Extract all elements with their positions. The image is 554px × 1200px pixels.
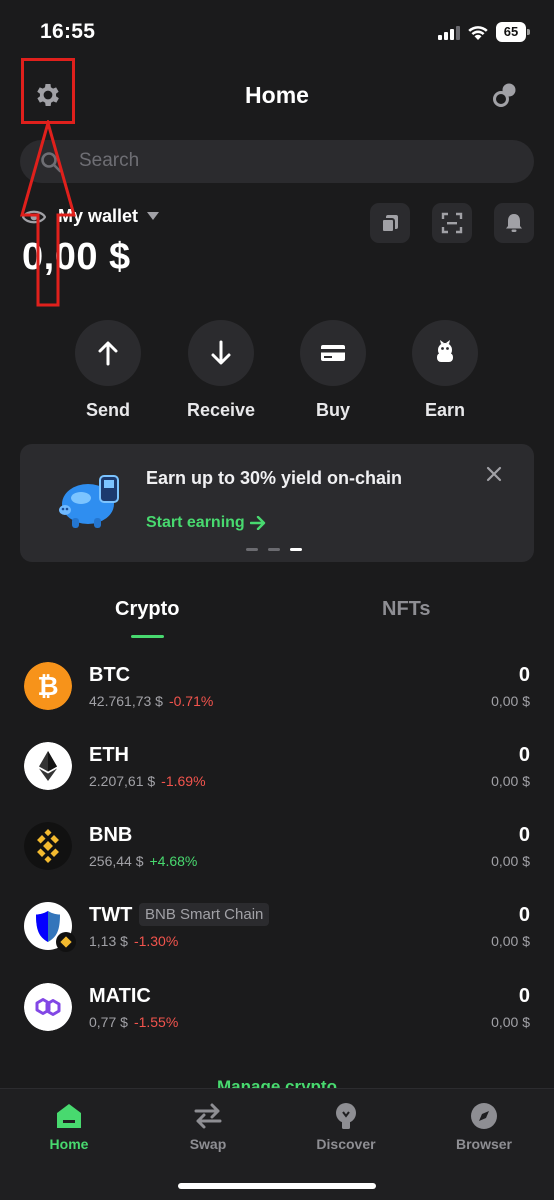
- buy-button[interactable]: Buy: [278, 320, 388, 421]
- home-icon: [57, 1104, 81, 1128]
- trust-wallet-token-icon: [24, 902, 76, 952]
- search-icon: [41, 152, 62, 173]
- asset-row-btc[interactable]: ₿ BTC 42.761,73 $ -0.71% 0 0,00 $: [0, 662, 554, 742]
- close-icon[interactable]: [486, 466, 502, 482]
- asset-change: -1.69%: [161, 773, 206, 789]
- asset-change: +4.68%: [149, 853, 198, 869]
- bell-icon: [506, 214, 522, 232]
- card-icon: [321, 345, 345, 361]
- scan-button[interactable]: [432, 203, 472, 243]
- asset-symbol: ETH: [89, 744, 129, 766]
- copy-button[interactable]: [370, 203, 410, 243]
- bnb-icon: [24, 822, 72, 870]
- chevron-down-icon[interactable]: [147, 212, 159, 220]
- asset-row-bnb[interactable]: BNB 256,44 $ +4.68% 0 0,00 $: [0, 822, 554, 902]
- nav-discover-label: Discover: [316, 1136, 376, 1152]
- annotation-highlight-box: [21, 58, 75, 124]
- nav-swap-label: Swap: [189, 1136, 227, 1152]
- send-button[interactable]: Send: [53, 320, 163, 421]
- asset-amount: 0: [518, 985, 530, 1007]
- asset-change: -1.30%: [133, 933, 179, 949]
- asset-price: 0,77 $: [89, 1014, 128, 1030]
- search-bar[interactable]: Search: [20, 140, 534, 183]
- start-earning-link[interactable]: Start earning: [146, 514, 245, 532]
- active-tab-indicator: [131, 635, 164, 638]
- arrow-right-icon[interactable]: [250, 516, 266, 530]
- nav-home[interactable]: Home: [19, 1101, 119, 1152]
- svg-text:₿: ₿: [37, 671, 58, 701]
- asset-row-eth[interactable]: ETH 2.207,61 $ -1.69% 0 0,00 $: [0, 742, 554, 822]
- arrow-down-icon: [211, 340, 231, 365]
- page-title: Home: [245, 82, 309, 108]
- asset-fiat-value: 0,00 $: [491, 1014, 530, 1030]
- carousel-dots: [246, 548, 312, 566]
- asset-row-matic[interactable]: MATIC 0,77 $ -1.55% 0 0,00 $: [0, 983, 554, 1063]
- battery-level: 65: [496, 22, 526, 42]
- asset-symbol: MATIC: [89, 985, 151, 1007]
- link-icon[interactable]: [490, 80, 520, 110]
- nav-swap[interactable]: Swap: [158, 1101, 258, 1152]
- piggy-icon: [437, 340, 453, 362]
- asset-symbol: TWT: [89, 904, 133, 926]
- asset-symbol: BNB: [89, 824, 133, 846]
- nav-browser[interactable]: Browser: [434, 1101, 534, 1152]
- swap-icon: [194, 1103, 222, 1129]
- eye-icon[interactable]: [22, 207, 46, 227]
- nav-discover[interactable]: Discover: [296, 1101, 396, 1152]
- asset-symbol: BTC: [89, 664, 131, 686]
- asset-fiat-value: 0,00 $: [491, 773, 530, 789]
- arrow-up-icon: [98, 341, 118, 366]
- compass-icon: [471, 1103, 497, 1129]
- asset-price: 1,13 $: [89, 933, 128, 949]
- asset-amount: 0: [518, 664, 530, 686]
- search-placeholder: Search: [79, 150, 140, 171]
- asset-change: -0.71%: [168, 693, 214, 709]
- tab-nfts[interactable]: NFTs: [382, 598, 431, 621]
- earn-button[interactable]: Earn: [390, 320, 500, 421]
- home-indicator: [178, 1183, 376, 1189]
- ethereum-icon: [24, 742, 72, 790]
- asset-row-twt[interactable]: TWT BNB Smart Chain 1,13 $ -1.30% 0 0,00 …: [0, 902, 554, 982]
- wifi-icon: [468, 26, 488, 40]
- banner-title: Earn up to 30% yield on-chain: [146, 468, 403, 488]
- asset-amount: 0: [518, 824, 530, 846]
- asset-price: 256,44 $: [89, 853, 144, 869]
- asset-change: -1.55%: [133, 1014, 179, 1030]
- bitcoin-icon: ₿: [24, 662, 72, 710]
- chain-badge: BNB Smart Chain: [139, 903, 270, 926]
- promo-banner[interactable]: Earn up to 30% yield on-chain Start earn…: [20, 444, 534, 562]
- cellular-signal-icon: [438, 26, 460, 40]
- earn-label: Earn: [424, 400, 466, 420]
- status-time: 16:55: [40, 20, 96, 43]
- wallet-selector[interactable]: My wallet: [58, 206, 138, 227]
- asset-fiat-value: 0,00 $: [491, 853, 530, 869]
- asset-fiat-value: 0,00 $: [491, 933, 530, 949]
- tab-crypto[interactable]: Crypto: [115, 598, 179, 621]
- asset-amount: 0: [518, 904, 530, 926]
- nav-home-label: Home: [49, 1136, 89, 1152]
- asset-price: 2.207,61 $: [89, 773, 156, 789]
- receive-label: Receive: [186, 400, 256, 420]
- notifications-button[interactable]: [494, 203, 534, 243]
- asset-amount: 0: [518, 744, 530, 766]
- piggy-bank-illustration: [59, 475, 119, 528]
- scan-icon: [441, 212, 463, 234]
- copy-icon: [381, 215, 398, 233]
- lightbulb-icon: [336, 1103, 356, 1129]
- buy-label: Buy: [315, 400, 350, 420]
- asset-fiat-value: 0,00 $: [491, 693, 530, 709]
- nav-browser-label: Browser: [455, 1136, 513, 1152]
- wallet-balance: 0,00 $: [22, 236, 131, 278]
- receive-button[interactable]: Receive: [166, 320, 276, 421]
- battery-indicator: 65: [496, 22, 530, 42]
- asset-price: 42.761,73 $: [89, 693, 163, 709]
- polygon-icon: [24, 983, 72, 1031]
- send-label: Send: [85, 400, 130, 420]
